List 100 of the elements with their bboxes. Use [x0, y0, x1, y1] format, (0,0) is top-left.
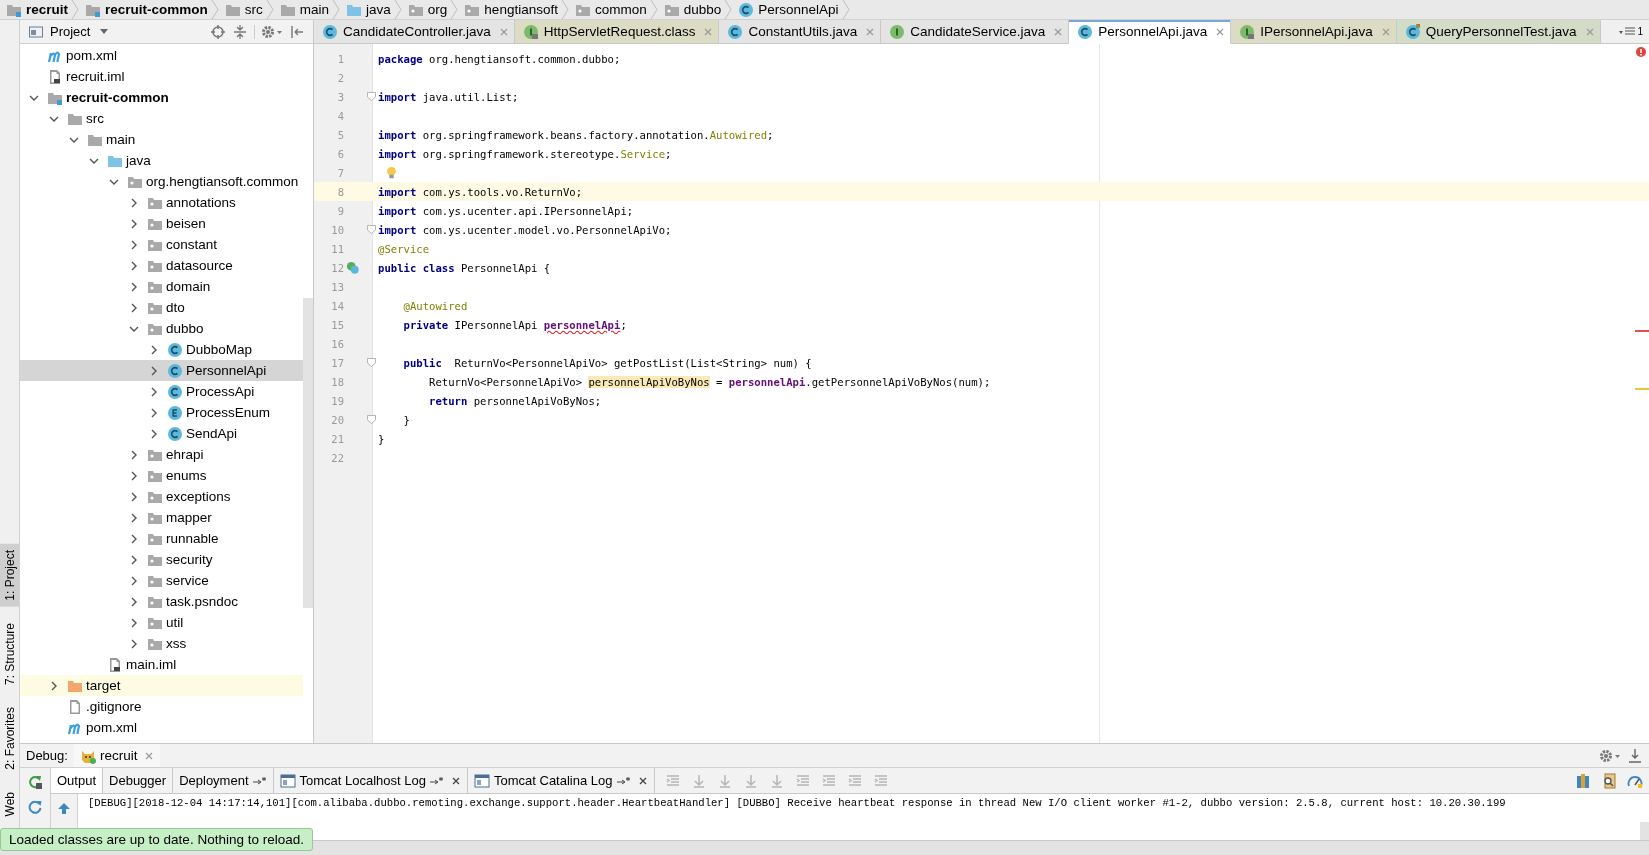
- tree-item[interactable]: ehrapi: [20, 444, 303, 465]
- hide-panel-icon[interactable]: [1627, 747, 1643, 764]
- arrow-up-icon[interactable]: [56, 800, 72, 816]
- line-number: 17: [330, 356, 344, 369]
- editor-tab[interactable]: HttpServletRequest.class: [514, 20, 720, 44]
- tree-item[interactable]: exceptions: [20, 486, 303, 507]
- settings-icon[interactable]: [1599, 747, 1621, 764]
- panel-tab[interactable]: Tomcat Localhost Log: [273, 768, 468, 793]
- panel-title[interactable]: Project: [50, 24, 91, 39]
- tree-item[interactable]: target: [20, 675, 303, 696]
- tree-item[interactable]: SendApi: [20, 423, 303, 444]
- editor-tab[interactable]: ConstantUtils.java: [719, 20, 882, 44]
- tool-window-button[interactable]: 1: Project: [0, 544, 19, 607]
- editor-tab[interactable]: CandidateController.java: [314, 20, 515, 44]
- fold-marker-icon[interactable]: [367, 358, 376, 367]
- collapse-all-icon[interactable]: [232, 23, 248, 40]
- tree-item[interactable]: xss: [20, 633, 303, 654]
- panel-tab[interactable]: Debugger: [103, 768, 174, 793]
- tree-item[interactable]: src: [20, 108, 303, 129]
- tree-item[interactable]: constant: [20, 234, 303, 255]
- editor-tab[interactable]: CandidateService.java: [881, 20, 1070, 44]
- tree-item[interactable]: recruit-common: [20, 87, 303, 108]
- chevron-icon: [450, 0, 459, 19]
- breadcrumb[interactable]: src: [218, 0, 266, 19]
- tool-window-button[interactable]: 7: Structure: [0, 616, 19, 691]
- pin-arrow-icon[interactable]: [616, 775, 631, 786]
- editor-tab[interactable]: PersonnelApi.java: [1069, 20, 1232, 44]
- fold-marker-icon[interactable]: [367, 415, 376, 424]
- breadcrumb[interactable]: PersonnelApi: [732, 0, 842, 19]
- panel-tab[interactable]: Output: [51, 768, 104, 793]
- tree-item[interactable]: main.iml: [20, 654, 303, 675]
- settings-icon[interactable]: [261, 23, 283, 40]
- line-number: 7: [336, 166, 344, 179]
- scrollbar[interactable]: [303, 298, 313, 608]
- lightbulb-icon[interactable]: [386, 165, 397, 180]
- tree-item[interactable]: PersonnelApi: [20, 360, 303, 381]
- tree-item[interactable]: service: [20, 570, 303, 591]
- class-icon: [167, 383, 183, 400]
- tree-item[interactable]: pom.xml: [20, 717, 303, 738]
- editor-tab[interactable]: QueryPersonnelTest.java: [1396, 20, 1601, 44]
- code-line: ReturnVo<PersonnelApiVo> personnelApiVoByNos = personnelApi.getPersonnelApiVoByNos(num);: [428, 375, 991, 388]
- panel-tab[interactable]: Tomcat Catalina Log: [468, 768, 655, 793]
- line-number: 8: [336, 185, 344, 198]
- breadcrumb[interactable]: common: [568, 0, 650, 19]
- breadcrumb[interactable]: dubbo: [657, 0, 725, 19]
- tree-item[interactable]: datasource: [20, 255, 303, 276]
- panel-tab[interactable]: Deployment: [173, 768, 274, 793]
- file-icon: [67, 698, 83, 715]
- tree-item[interactable]: security: [20, 549, 303, 570]
- chevron-icon: [332, 0, 341, 19]
- tree-item[interactable]: recruit.iml: [20, 66, 303, 87]
- tree-item[interactable]: runnable: [20, 528, 303, 549]
- fold-marker-icon[interactable]: [367, 92, 376, 101]
- tree-item[interactable]: java: [20, 150, 303, 171]
- tree-item[interactable]: DubboMap: [20, 339, 303, 360]
- pin-arrow-icon[interactable]: [252, 775, 267, 786]
- tool-window-button[interactable]: Web: [0, 785, 19, 822]
- line-number: 5: [336, 128, 344, 141]
- tree-item[interactable]: annotations: [20, 192, 303, 213]
- pin-arrow-icon[interactable]: [430, 775, 444, 786]
- scrollbar[interactable]: [1640, 822, 1649, 840]
- class-icon: [1404, 23, 1421, 40]
- tree-item[interactable]: enums: [20, 465, 303, 486]
- close-icon[interactable]: [451, 775, 461, 786]
- tree-item[interactable]: org.hengtiansoft.common: [20, 171, 303, 192]
- session-tab[interactable]: recruit: [73, 744, 161, 767]
- tree-item[interactable]: beisen: [20, 213, 303, 234]
- fold-marker-icon[interactable]: [367, 225, 376, 234]
- line-number: 1: [336, 52, 344, 65]
- line-number: 14: [330, 299, 344, 312]
- tree-item[interactable]: .gitignore: [20, 696, 303, 717]
- tool-window-button[interactable]: 2: Favorites: [0, 700, 19, 776]
- breadcrumb[interactable]: org: [401, 0, 451, 19]
- document-search-icon[interactable]: [1601, 772, 1617, 789]
- rerun-icon[interactable]: [27, 774, 43, 790]
- breadcrumb[interactable]: recruit-common: [79, 0, 211, 19]
- close-icon[interactable]: [637, 775, 648, 786]
- target-icon[interactable]: [210, 23, 226, 40]
- tab-list-button[interactable]: 1: [1613, 20, 1649, 43]
- tree-item[interactable]: ProcessApi: [20, 381, 303, 402]
- error-indicator-icon[interactable]: [1636, 47, 1646, 57]
- dropdown-caret-icon[interactable]: [100, 28, 109, 35]
- editor-tab[interactable]: IPersonnelApi.java: [1231, 20, 1397, 44]
- breadcrumb[interactable]: java: [340, 0, 394, 19]
- line-number: 9: [336, 204, 344, 217]
- tree-item[interactable]: main: [20, 129, 303, 150]
- refresh-icon[interactable]: [27, 799, 43, 815]
- tree-item[interactable]: ProcessEnum: [20, 402, 303, 423]
- books-icon[interactable]: [1575, 772, 1591, 789]
- breadcrumb[interactable]: main: [273, 0, 333, 19]
- tree-item[interactable]: domain: [20, 276, 303, 297]
- hide-panel-icon[interactable]: [289, 23, 305, 40]
- breadcrumb[interactable]: recruit: [0, 0, 72, 19]
- tree-item[interactable]: util: [20, 612, 303, 633]
- tree-item[interactable]: dubbo: [20, 318, 303, 339]
- tree-item[interactable]: mapper: [20, 507, 303, 528]
- tree-item[interactable]: task.psndoc: [20, 591, 303, 612]
- breadcrumb[interactable]: hengtiansoft: [458, 0, 561, 19]
- tree-item[interactable]: pom.xml: [20, 45, 303, 66]
- tree-item[interactable]: dto: [20, 297, 303, 318]
